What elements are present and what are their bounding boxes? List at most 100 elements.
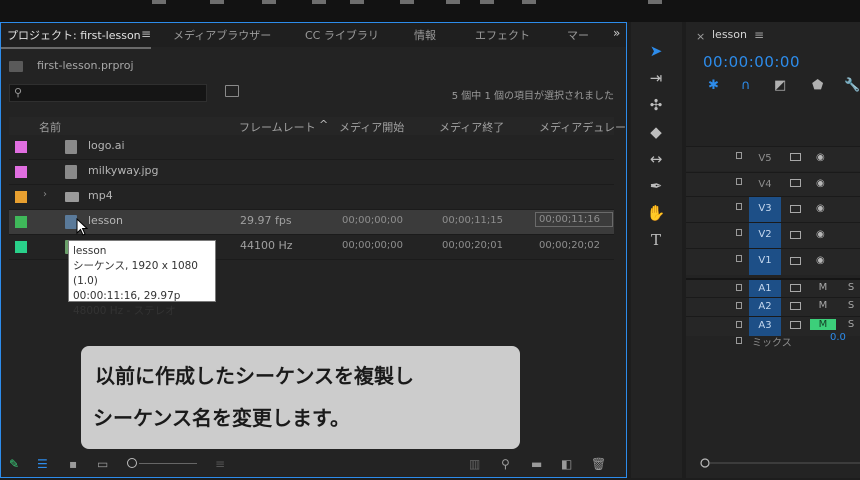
selection-tool-icon[interactable]: ➤	[644, 40, 668, 62]
solo-button[interactable]: S	[840, 300, 860, 311]
slip-tool-icon[interactable]: ↔	[644, 148, 668, 170]
ripple-edit-tool-icon[interactable]: ✣	[644, 94, 668, 116]
track-label[interactable]: V2	[749, 223, 781, 249]
column-name[interactable]: 名前	[39, 119, 61, 135]
sync-lock-icon[interactable]	[790, 257, 801, 265]
icon-view-icon[interactable]: ▪	[69, 457, 77, 471]
sync-lock-icon[interactable]	[790, 231, 801, 239]
toolbar-icon[interactable]	[350, 0, 364, 4]
toolbar-icon[interactable]	[400, 0, 414, 4]
track-label[interactable]: V1	[749, 249, 781, 275]
lock-icon[interactable]	[736, 337, 742, 344]
new-item-icon[interactable]: ◧	[561, 457, 572, 471]
mute-button[interactable]: M	[812, 300, 834, 311]
tab-cc-libraries[interactable]: CC ライブラリ	[305, 27, 379, 43]
column-media-start[interactable]: メディア開始	[339, 119, 404, 135]
column-frame-rate[interactable]: フレームレート	[239, 119, 316, 135]
tab-markers[interactable]: マー	[567, 27, 589, 43]
sync-lock-icon[interactable]	[790, 205, 801, 213]
chevron-right-icon[interactable]: ›	[43, 189, 47, 200]
list-view-icon[interactable]: ☰	[37, 457, 48, 471]
column-media-end[interactable]: メディア終了	[439, 119, 504, 135]
solo-button[interactable]: S	[840, 282, 860, 293]
sync-lock-icon[interactable]	[790, 284, 801, 292]
track-label[interactable]: A2	[749, 298, 781, 317]
column-media-duration[interactable]: メディアデュレー	[539, 119, 626, 135]
label-color-swatch[interactable]	[15, 166, 27, 178]
wrench-icon[interactable]: 🔧	[844, 78, 860, 93]
mix-volume-value[interactable]: 0.0	[830, 332, 846, 343]
lock-icon[interactable]	[736, 284, 742, 291]
tab-media-browser[interactable]: メディアブラウザー	[173, 27, 271, 43]
audio-track-a2[interactable]: A2 M S	[686, 297, 860, 317]
timeline-zoom-scrollbar[interactable]	[700, 458, 860, 468]
zoom-slider-track[interactable]	[139, 463, 197, 464]
label-color-swatch[interactable]	[15, 141, 27, 153]
toolbar-icon[interactable]	[480, 0, 494, 4]
pencil-icon[interactable]: ✎	[9, 457, 19, 471]
list-item[interactable]: milkyway.jpg	[9, 160, 614, 185]
tab-menu-icon[interactable]: ≡	[141, 27, 151, 41]
trash-icon[interactable]: 🗑	[591, 457, 606, 471]
sort-icon[interactable]: ≡	[215, 457, 225, 471]
new-bin-from-search-icon[interactable]	[225, 85, 239, 97]
eye-icon[interactable]: ◉	[816, 178, 825, 189]
video-track-v4[interactable]: V4 ◉	[686, 172, 860, 197]
automate-to-sequence-icon[interactable]: ▥	[469, 457, 480, 471]
lock-icon[interactable]	[736, 321, 742, 328]
solo-button[interactable]: S	[840, 319, 860, 330]
track-label[interactable]: V5	[749, 147, 781, 171]
label-color-swatch[interactable]	[15, 191, 27, 203]
eye-icon[interactable]: ◉	[816, 229, 825, 240]
audio-track-a1[interactable]: A1 M S	[686, 278, 860, 299]
list-item[interactable]: lesson 29.97 fps 00;00;00;00 00;00;11;15…	[9, 210, 614, 235]
nest-sequence-icon[interactable]: ✱	[708, 78, 719, 93]
eye-icon[interactable]: ◉	[816, 203, 825, 214]
timeline-sequence-tab[interactable]: lesson	[712, 28, 747, 41]
video-track-v5[interactable]: V5 ◉	[686, 146, 860, 171]
toolbar-icon[interactable]	[522, 0, 536, 4]
sync-lock-icon[interactable]	[790, 153, 801, 161]
lock-icon[interactable]	[736, 255, 742, 262]
snap-icon[interactable]: ∩	[741, 78, 751, 93]
label-color-swatch[interactable]	[15, 241, 27, 253]
toolbar-icon[interactable]	[262, 0, 276, 4]
tab-info[interactable]: 情報	[414, 27, 436, 43]
type-tool-icon[interactable]: T	[644, 229, 668, 251]
video-track-v2[interactable]: V2 ◉	[686, 222, 860, 249]
track-label[interactable]: V4	[749, 173, 781, 197]
toolbar-icon[interactable]	[152, 0, 166, 4]
add-icon[interactable]	[648, 0, 662, 4]
find-icon[interactable]: ⚲	[501, 457, 510, 471]
zoom-slider-handle[interactable]	[127, 458, 137, 468]
lock-icon[interactable]	[736, 203, 742, 210]
video-track-v3[interactable]: V3 ◉	[686, 196, 860, 223]
more-tabs-icon[interactable]: »	[613, 26, 620, 40]
razor-tool-icon[interactable]: ◆	[644, 121, 668, 143]
new-bin-icon[interactable]: ▬	[531, 457, 542, 471]
toolbar-icon[interactable]	[312, 0, 326, 4]
tab-effects[interactable]: エフェクト	[475, 27, 530, 43]
linked-selection-icon[interactable]: ◩	[774, 78, 786, 93]
sync-lock-icon[interactable]	[790, 302, 801, 310]
freeform-view-icon[interactable]: ▭	[97, 457, 108, 471]
track-label[interactable]: V3	[749, 197, 781, 223]
pen-tool-icon[interactable]: ✒	[644, 175, 668, 197]
toolbar-icon[interactable]	[446, 0, 460, 4]
hand-tool-icon[interactable]: ✋	[644, 202, 668, 224]
mute-button[interactable]: M	[810, 319, 836, 330]
lock-icon[interactable]	[736, 178, 742, 185]
lock-icon[interactable]	[736, 302, 742, 309]
list-item[interactable]: logo.ai	[9, 135, 614, 160]
close-icon[interactable]: ×	[696, 30, 705, 43]
mute-button[interactable]: M	[812, 282, 834, 293]
sync-lock-icon[interactable]	[790, 321, 801, 329]
video-track-v1[interactable]: V1 ◉	[686, 248, 860, 275]
eye-icon[interactable]: ◉	[816, 152, 825, 163]
tab-project[interactable]: プロジェクト: first-lesson	[7, 27, 141, 43]
list-item[interactable]: › mp4	[9, 185, 614, 210]
label-color-swatch[interactable]	[15, 216, 27, 228]
panel-menu-icon[interactable]: ≡	[754, 28, 764, 42]
lock-icon[interactable]	[736, 152, 742, 159]
lock-icon[interactable]	[736, 229, 742, 236]
